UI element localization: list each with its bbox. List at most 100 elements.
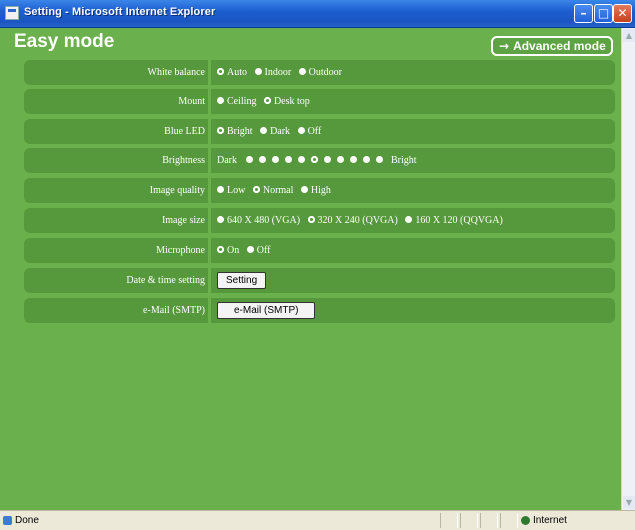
option-label: Outdoor	[308, 67, 343, 78]
brightness-level-11-radio[interactable]	[375, 156, 383, 164]
brightness-level-7-radio[interactable]	[323, 156, 331, 164]
setting-row-mount: Mount Ceiling Desk top	[24, 89, 615, 114]
brightness-level-5-radio[interactable]	[297, 156, 305, 164]
image-quality-label: Image quality	[149, 185, 205, 196]
radio-selected-icon[interactable]	[252, 186, 260, 194]
image-quality-option-low[interactable]: Low	[217, 178, 245, 203]
mount-option-desk-top[interactable]: Desk top	[263, 89, 310, 114]
white-balance-options: Auto Indoor Outdoor	[217, 60, 347, 85]
radio-selected-icon[interactable]	[217, 127, 224, 135]
setting-row-email: e-Mail (SMTP) e-Mail (SMTP)	[24, 298, 615, 323]
radio-selected-icon[interactable]	[263, 97, 271, 105]
blue-led-options: Bright Dark Off	[217, 119, 326, 144]
window-titlebar: Setting - Microsoft Internet Explorer – …	[0, 0, 635, 28]
status-cell	[460, 513, 478, 528]
mount-option-ceiling[interactable]: Ceiling	[217, 89, 256, 114]
microphone-options: On Off	[217, 238, 275, 263]
image-size-label: Image size	[161, 215, 205, 226]
option-label: Auto	[227, 67, 247, 78]
radio-icon[interactable]	[405, 216, 413, 224]
brightness-level-3-radio[interactable]	[271, 156, 279, 164]
microphone-option-off[interactable]: Off	[246, 238, 271, 263]
option-label: Bright	[227, 126, 253, 137]
microphone-option-on[interactable]: On	[217, 238, 239, 263]
radio-selected-icon[interactable]	[217, 246, 224, 254]
blue-led-option-off[interactable]: Off	[297, 119, 322, 144]
setting-row-blue-led: Blue LED Bright Dark Off	[24, 119, 615, 144]
row-divider	[208, 178, 211, 203]
row-divider	[208, 208, 211, 233]
brightness-level-1-radio[interactable]	[245, 156, 253, 164]
white-balance-option-outdoor[interactable]: Outdoor	[298, 60, 343, 85]
brightness-max-label: Bright	[391, 155, 417, 166]
radio-icon[interactable]	[246, 246, 254, 254]
email-label: e-Mail (SMTP)	[143, 305, 205, 316]
status-cell	[500, 513, 518, 528]
image-size-option-vga[interactable]: 640 X 480 (VGA)	[217, 208, 300, 233]
radio-icon[interactable]	[300, 186, 308, 194]
radio-selected-icon[interactable]	[217, 68, 224, 76]
page-title: Easy mode	[14, 31, 115, 52]
brightness-level-8-radio[interactable]	[336, 156, 344, 164]
brightness-level-9-radio[interactable]	[349, 156, 357, 164]
radio-icon[interactable]	[217, 186, 224, 194]
option-label: Off	[256, 245, 271, 256]
blue-led-option-bright[interactable]: Bright	[217, 119, 253, 144]
brightness-options: Dark Bright	[217, 148, 417, 173]
close-button[interactable]: ✕	[613, 4, 632, 23]
page-content: Easy mode → Advanced mode White balance A…	[0, 28, 621, 510]
brightness-level-4-radio[interactable]	[284, 156, 292, 164]
row-divider	[208, 268, 211, 293]
row-divider	[208, 238, 211, 263]
scroll-up-icon[interactable]: ▲	[623, 29, 635, 42]
email-smtp-button[interactable]: e-Mail (SMTP)	[217, 302, 316, 320]
email-controls: e-Mail (SMTP)	[217, 298, 316, 323]
radio-icon[interactable]	[217, 97, 224, 105]
setting-row-image-quality: Image quality Low Normal High	[24, 178, 615, 203]
white-balance-option-auto[interactable]: Auto	[217, 60, 247, 85]
vertical-scrollbar[interactable]: ▲ ▼	[621, 28, 635, 510]
minimize-button[interactable]: –	[574, 4, 593, 23]
option-label: Ceiling	[227, 96, 257, 107]
image-quality-option-normal[interactable]: Normal	[252, 178, 293, 203]
radio-icon[interactable]	[217, 216, 224, 224]
option-label: Off	[307, 126, 322, 137]
brightness-levels	[245, 155, 389, 166]
date-time-setting-button[interactable]: Setting	[217, 272, 267, 290]
setting-row-brightness: Brightness Dark Bright	[24, 148, 615, 173]
row-divider	[208, 298, 211, 323]
maximize-button[interactable]: □	[594, 4, 613, 23]
image-size-option-qvga[interactable]: 320 X 240 (QVGA)	[307, 208, 398, 233]
brightness-level-10-radio[interactable]	[362, 156, 370, 164]
advanced-mode-label: Advanced mode	[513, 39, 606, 53]
page-done-icon	[3, 516, 12, 525]
blue-led-label: Blue LED	[164, 126, 205, 137]
scroll-down-icon[interactable]: ▼	[623, 496, 635, 509]
radio-icon[interactable]	[298, 68, 306, 76]
ie-window-icon	[5, 6, 19, 20]
white-balance-option-indoor[interactable]: Indoor	[254, 60, 292, 85]
image-size-option-qqvga[interactable]: 160 X 120 (QQVGA)	[405, 208, 503, 233]
radio-selected-icon[interactable]	[307, 216, 315, 224]
setting-row-date-time: Date & time setting Setting	[24, 268, 615, 293]
brightness-level-6-radio[interactable]	[310, 156, 318, 164]
row-divider	[208, 89, 211, 114]
setting-row-microphone: Microphone On Off	[24, 238, 615, 263]
image-quality-option-high[interactable]: High	[300, 178, 331, 203]
status-bar: Done Internet	[0, 510, 635, 530]
date-time-controls: Setting	[217, 268, 267, 293]
option-label: Indoor	[264, 67, 292, 78]
advanced-mode-button[interactable]: → Advanced mode	[491, 36, 613, 56]
radio-icon[interactable]	[254, 68, 262, 76]
internet-zone-icon	[521, 516, 530, 525]
image-quality-options: Low Normal High	[217, 178, 336, 203]
radio-icon[interactable]	[297, 127, 305, 135]
option-label: 320 X 240 (QVGA)	[317, 215, 398, 226]
blue-led-option-dark[interactable]: Dark	[260, 119, 290, 144]
radio-icon[interactable]	[260, 127, 268, 135]
security-zone-text: Internet	[533, 515, 567, 526]
arrow-right-icon: →	[499, 39, 510, 53]
setting-row-image-size: Image size 640 X 480 (VGA) 320 X 240 (QV…	[24, 208, 615, 233]
status-text: Done	[15, 515, 39, 526]
brightness-level-2-radio[interactable]	[258, 156, 266, 164]
